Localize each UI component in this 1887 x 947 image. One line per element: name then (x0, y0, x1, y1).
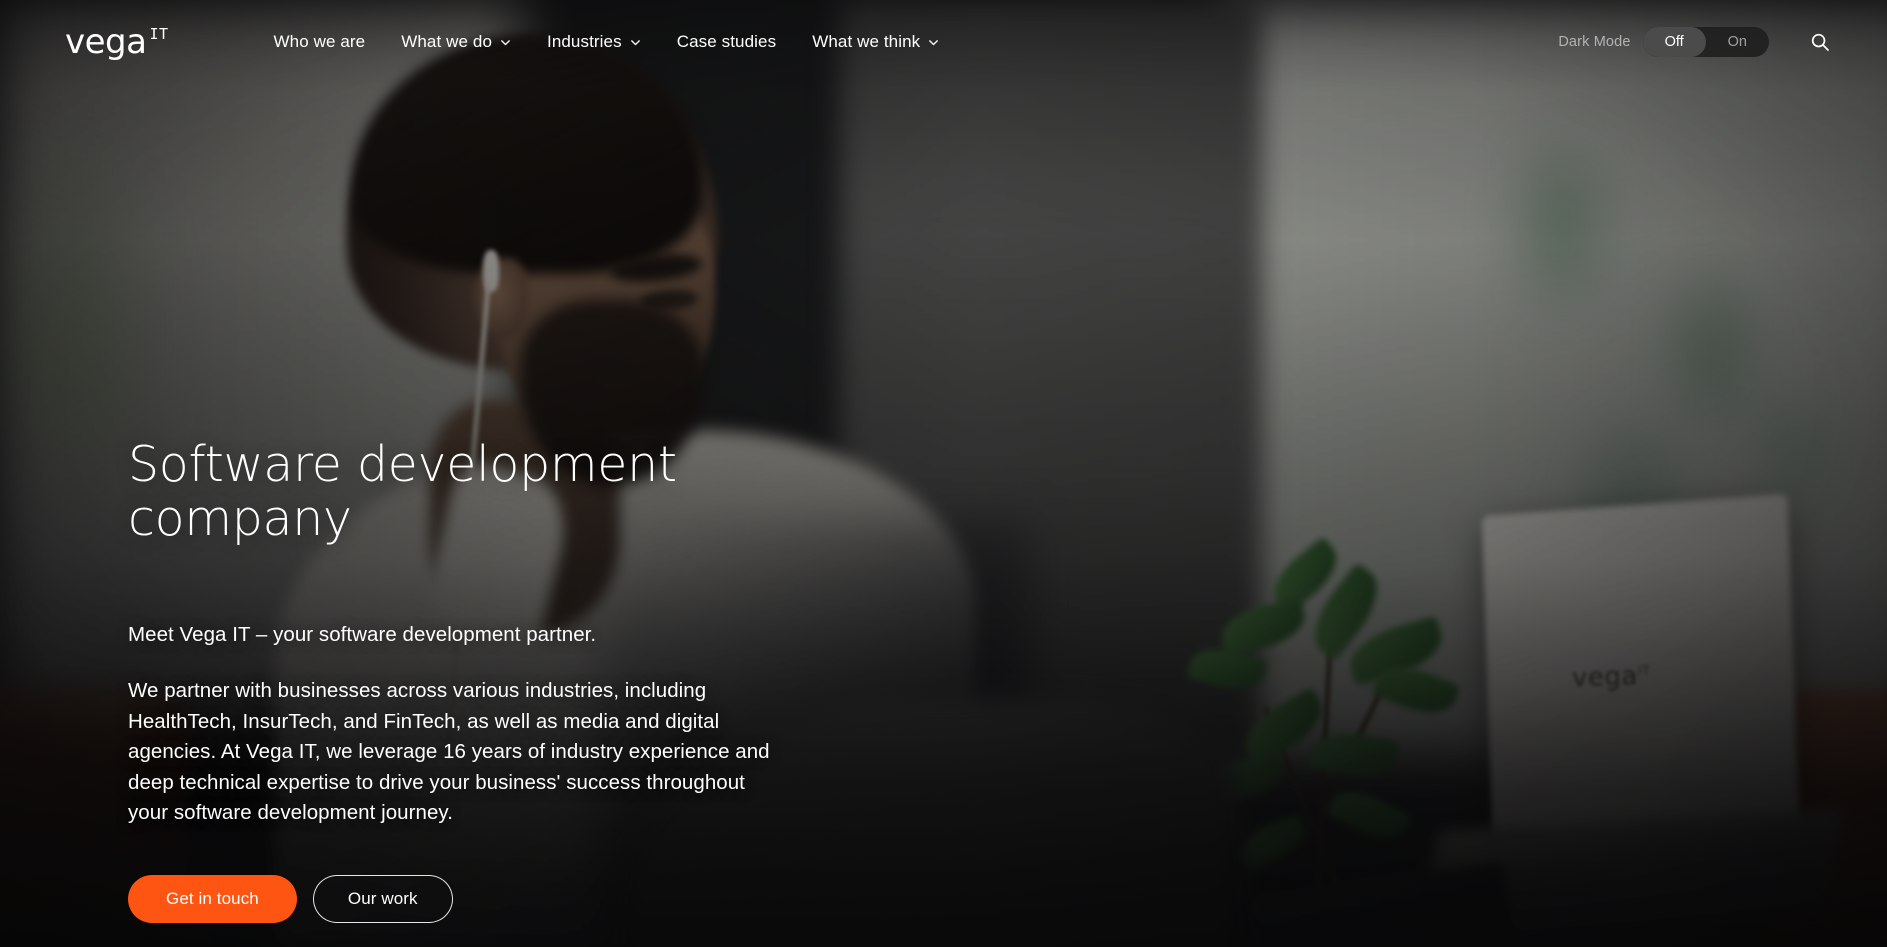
hero-body-paragraph: We partner with businesses across variou… (128, 679, 770, 825)
logo-superscript: IT (149, 25, 169, 43)
site-logo[interactable]: vega IT (65, 25, 169, 59)
dark-mode-on-option[interactable]: On (1706, 27, 1769, 57)
nav-item-what-we-do[interactable]: What we do (399, 26, 513, 58)
nav-label: What we do (401, 32, 492, 51)
hero-stage: vegaIT vega IT Who we are (0, 0, 1887, 947)
nav-item-what-we-think[interactable]: What we think (810, 26, 941, 58)
logo-word: vega (65, 22, 147, 62)
our-work-button[interactable]: Our work (312, 874, 453, 923)
hero-title: Software development company (128, 436, 677, 548)
hero-content: Software development company Meet Vega I… (128, 0, 828, 923)
dark-mode-off-option[interactable]: Off (1642, 27, 1706, 57)
nav-item-industries[interactable]: Industries (545, 26, 643, 58)
nav-label: Industries (547, 32, 622, 51)
dark-mode-label: Dark Mode (1558, 34, 1631, 50)
site-header: vega IT Who we are What we do Industries (0, 0, 1887, 84)
nav-label: Case studies (676, 32, 777, 51)
dark-mode-toggle[interactable]: Off On (1642, 27, 1769, 57)
search-icon (1811, 33, 1829, 51)
chevron-down-icon (929, 39, 939, 45)
header-right-cluster: Dark Mode Off On (1558, 27, 1833, 57)
hero-actions: Get in touch Our work (128, 874, 828, 923)
dark-mode-control: Dark Mode Off On (1558, 27, 1769, 57)
nav-item-who-we-are[interactable]: Who we are (272, 26, 368, 58)
search-button[interactable] (1807, 29, 1833, 55)
get-in-touch-button[interactable]: Get in touch (128, 874, 297, 923)
nav-label: What we think (812, 32, 921, 51)
nav-item-case-studies[interactable]: Case studies (675, 26, 778, 58)
nav-label: Who we are (273, 32, 366, 51)
chevron-down-icon (630, 39, 640, 45)
chevron-down-icon (501, 39, 510, 45)
hero-lead-paragraph: Meet Vega IT – your software development… (128, 623, 597, 647)
primary-navigation: Who we are What we do Industries Case st… (272, 26, 942, 58)
